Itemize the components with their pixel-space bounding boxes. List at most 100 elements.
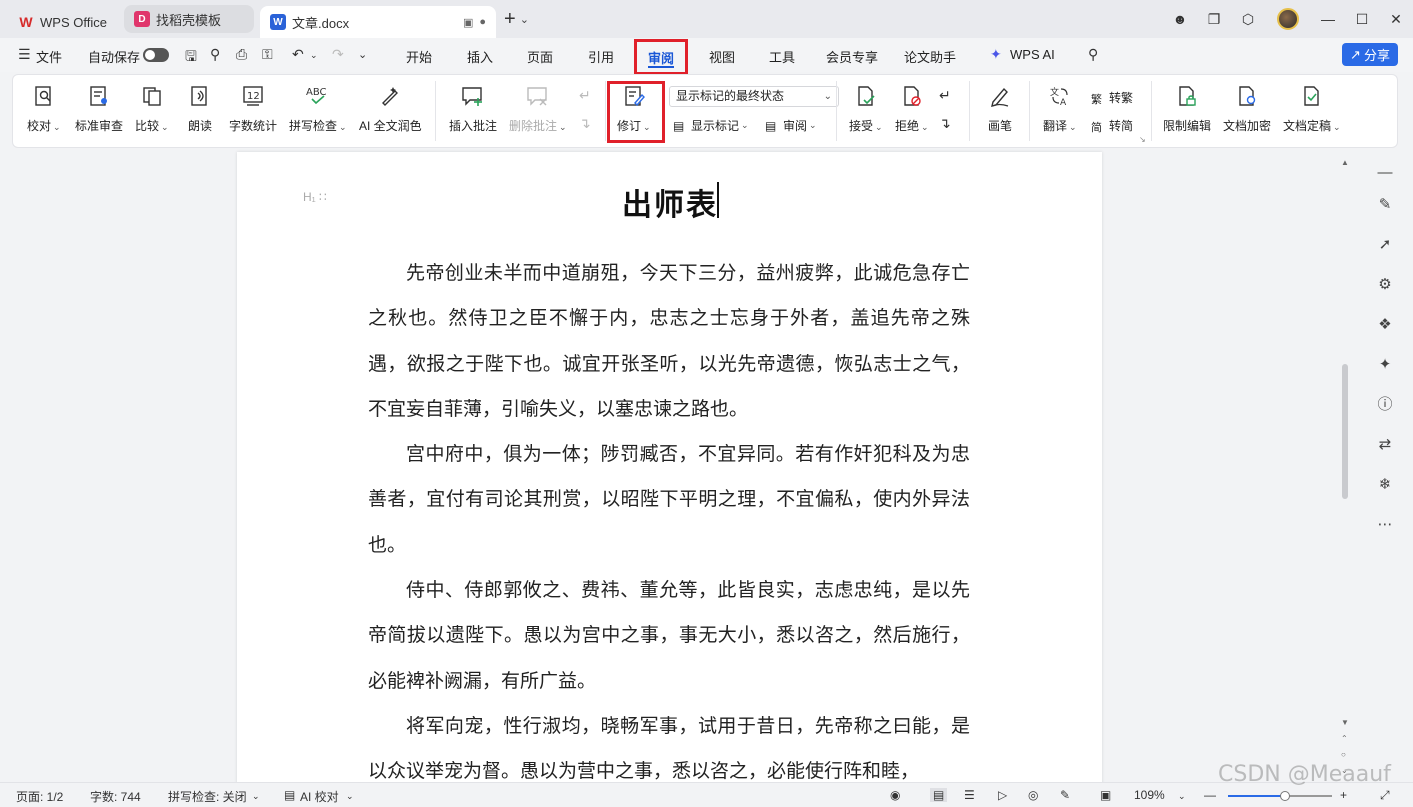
new-tab-button[interactable]: + [504,8,516,31]
pen-button[interactable]: 画笔 [987,83,1013,134]
select-arrow-icon[interactable]: ➚ [1374,234,1396,256]
zoom-level[interactable]: 109% [1134,788,1165,802]
autosave-toggle[interactable] [143,48,169,62]
menu-page[interactable]: 页面 [527,47,553,66]
delete-comment-button[interactable]: 删除批注 ⌄ [509,83,567,134]
menu-view[interactable]: 视图 [709,47,735,66]
finalize-button[interactable]: 文档定稿 ⌄ [1283,83,1341,134]
next-comment-icon[interactable]: ↴ [579,115,591,132]
menu-wps-ai[interactable]: WPS AI [1010,47,1055,62]
minimize-icon[interactable]: — [1311,11,1345,27]
fit-page-icon[interactable]: ▣ [1100,788,1111,802]
proofread-button[interactable]: 校对 ⌄ [27,83,61,134]
tab-wps-office[interactable]: W WPS Office [8,7,120,37]
outline-view-icon[interactable]: ☰ [964,788,975,802]
window-icon[interactable]: ❐ [1197,11,1231,28]
redo-icon[interactable]: ↷ [332,46,344,63]
tab-template[interactable]: D 找稻壳模板 [124,5,254,33]
vertical-scrollbar[interactable]: ▲ ▼ ⌃ ○ ⌄ [1337,152,1353,782]
compare-button[interactable]: 比较 ⌄ [135,83,169,134]
standard-review-button[interactable]: 标准审查 [75,83,123,134]
collapse-icon[interactable]: — [1374,162,1396,184]
menu-member[interactable]: 会员专享 [826,47,878,66]
ai-polish-button[interactable]: AI 全文润色 [359,83,422,134]
share-side-icon[interactable]: ❄ [1374,474,1396,496]
accept-button[interactable]: 接受 ⌄ [849,83,883,134]
avatar[interactable] [1277,8,1299,30]
show-markup-button[interactable]: ▤ 显示标记 ⌄ [673,117,749,134]
paragraph-4[interactable]: 将军向宠，性行淑均，晓畅军事，试用于昔日，先帝称之曰能，是以众议举宠为督。愚以为… [368,704,970,782]
menu-tools[interactable]: 工具 [769,47,795,66]
previous-change-icon[interactable]: ↵ [939,87,951,104]
undo-dropdown-icon[interactable]: ⌄ [310,50,318,61]
previous-comment-icon[interactable]: ↵ [579,87,591,104]
spell-check-button[interactable]: ABC 拼写检查 ⌄ [289,83,347,134]
heading-marker[interactable]: H₁ ∷ [303,190,327,204]
zoom-slider[interactable] [1228,791,1332,801]
menu-thesis[interactable]: 论文助手 [904,47,956,66]
fullscreen-icon[interactable]: ⤢ [1380,788,1390,803]
zoom-out-icon[interactable]: — [1204,788,1216,802]
help-icon[interactable]: ⓘ [1374,394,1396,416]
chevron-down-icon[interactable]: ⌄ [520,13,529,26]
scroll-up-icon[interactable]: ▲ [1341,158,1349,167]
menu-reference[interactable]: 引用 [588,47,614,66]
adjust-icon[interactable]: ⚙ [1374,274,1396,296]
insert-comment-button[interactable]: 插入批注 [449,83,497,134]
next-change-icon[interactable]: ↴ [939,115,951,132]
chevron-down-icon[interactable]: ⌄ [252,791,260,802]
save-icon[interactable]: 🖫 [185,46,197,70]
restrict-edit-button[interactable]: 限制编辑 [1163,83,1211,134]
read-aloud-button[interactable]: 朗读 [187,83,213,134]
close-icon[interactable]: ✕ [1379,11,1413,28]
menu-start[interactable]: 开始 [406,47,432,66]
skin-icon[interactable]: ☻ [1163,11,1197,27]
more-dropdown-icon[interactable]: ⌄ [358,48,367,61]
shape-icon[interactable]: ❖ [1374,314,1396,336]
translate-side-icon[interactable]: ⇄ [1374,434,1396,456]
paragraph-1[interactable]: 先帝创业未半而中道崩殂，今天下三分，益州疲弊，此诚危急存亡之秋也。然侍卫之臣不懈… [368,251,970,432]
page-view-icon[interactable]: ▤ [930,788,948,802]
ai-proof-status[interactable]: AI 校对 [300,788,339,805]
tab-review[interactable]: 审阅 [634,39,688,75]
chevron-down-icon[interactable]: ⌄ [1178,791,1186,802]
eye-protect-icon[interactable]: ◉ [890,788,900,802]
write-mode-icon[interactable]: ✎ [1060,788,1070,802]
print-icon[interactable]: ⎙ [236,46,247,63]
paragraph-2[interactable]: 宫中府中，俱为一体；陟罚臧否，不宜异同。若有作奸犯科及为忠善者，宜付有司论其刑赏… [368,432,970,568]
paragraph-3[interactable]: 侍中、侍郎郭攸之、费祎、董允等，此皆良实，志虑忠纯，是以先帝简拔以遗陛下。愚以为… [368,568,970,704]
maximize-icon[interactable]: ☐ [1345,11,1379,28]
select-browse-icon[interactable]: ○ [1341,750,1346,759]
scroll-down-icon[interactable]: ▼ [1341,718,1349,727]
to-traditional-button[interactable]: 繁 转繁 [1091,89,1133,106]
zoom-slider-knob[interactable] [1280,791,1291,801]
spell-check-status[interactable]: 拼写检查: 关闭 [168,788,247,805]
share-button[interactable]: ↗ 分享 [1342,43,1398,66]
tab-document[interactable]: W 文章.docx ▣ ● [260,6,496,38]
page-indicator[interactable]: 页面: 1/2 [16,788,63,805]
cube-icon[interactable]: ⬡ [1231,11,1265,28]
web-view-icon[interactable]: ◎ [1028,788,1038,802]
edit-icon[interactable]: ✎ [1374,194,1396,216]
print-preview-icon[interactable]: ⚿ [262,46,273,63]
chevron-down-icon[interactable]: ⌄ [346,791,354,802]
search-icon[interactable]: ⚲ [1088,46,1098,63]
scroll-thumb[interactable] [1342,364,1348,499]
screen-icon[interactable]: ▣ [463,16,473,29]
to-simplified-button[interactable]: 简 转简 [1091,117,1133,134]
expand-group-icon[interactable]: ↘ [1139,135,1146,144]
menu-icon[interactable]: ☰ [18,46,31,63]
document-title[interactable]: 出师表 [622,180,718,224]
link-icon[interactable]: ⚲ [210,46,220,63]
reject-button[interactable]: 拒绝 ⌄ [895,83,929,134]
read-mode-icon[interactable]: ▷ [998,788,1007,802]
menu-insert[interactable]: 插入 [467,47,493,66]
translate-button[interactable]: 文A 翻译 ⌄ [1043,83,1077,134]
markup-display-select[interactable]: 显示标记的最终状态 ⌄ [669,86,839,107]
word-count-button[interactable]: 12 字数统计 [229,83,277,134]
undo-icon[interactable]: ↶ [292,46,304,63]
menu-file[interactable]: 文件 [36,47,62,66]
word-count-indicator[interactable]: 字数: 744 [90,788,141,805]
zoom-in-icon[interactable]: + [1340,788,1347,802]
prev-page-icon[interactable]: ⌃ [1341,734,1348,743]
